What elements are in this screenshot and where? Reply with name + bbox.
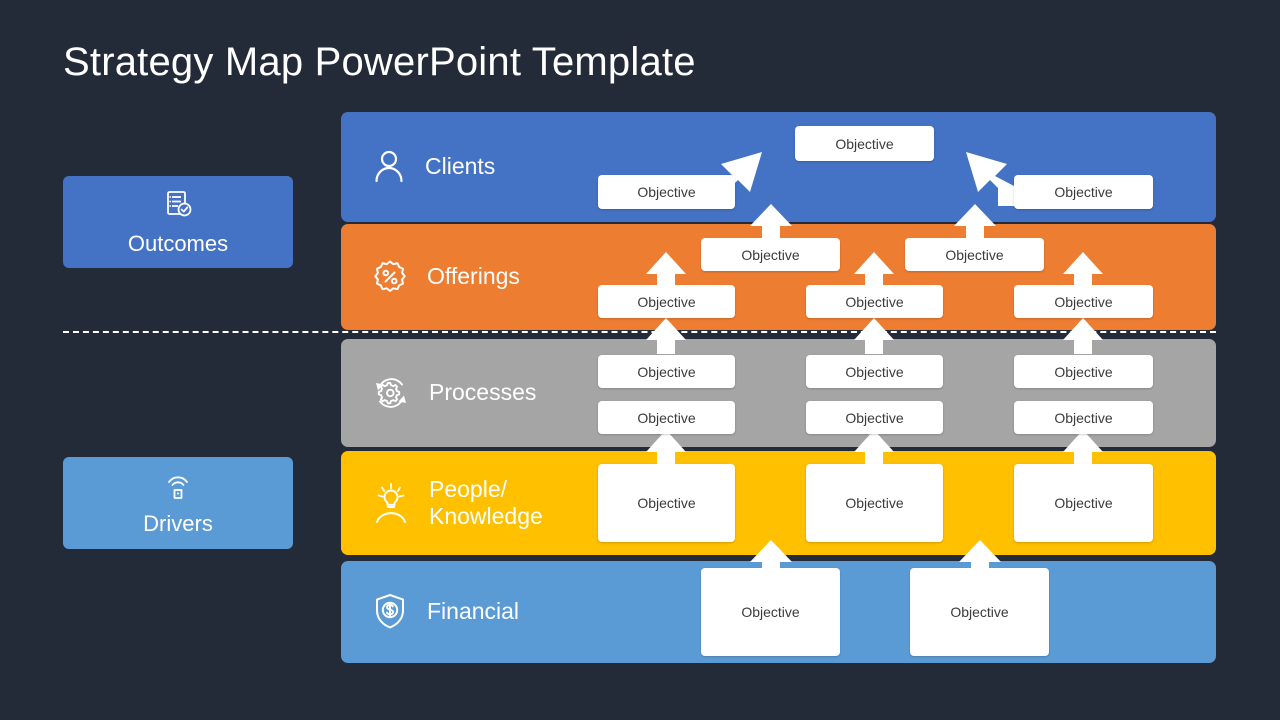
row-label: Financial xyxy=(427,598,520,625)
side-category-outcomes[interactable]: Outcomes xyxy=(63,176,293,268)
row-header: Clients xyxy=(371,112,495,222)
side-category-label: Outcomes xyxy=(127,231,229,256)
objective-card[interactable]: Objective xyxy=(806,401,943,434)
slide-canvas: Strategy Map PowerPoint Template Outcome… xyxy=(0,0,1280,720)
shield-dollar-icon xyxy=(371,591,409,633)
page-title: Strategy Map PowerPoint Template xyxy=(63,40,696,84)
row-header: Processes xyxy=(371,339,536,447)
row-label: Clients xyxy=(425,153,496,180)
gear-refresh-icon xyxy=(371,373,411,413)
signal-remote-icon xyxy=(161,469,195,503)
arrow-up xyxy=(646,430,686,466)
row-header: People/ Knowledge xyxy=(371,451,543,555)
side-category-drivers[interactable]: Drivers xyxy=(63,457,293,549)
objective-card[interactable]: Objective xyxy=(598,285,735,318)
objective-card[interactable]: Objective xyxy=(598,355,735,388)
objective-card[interactable]: Objective xyxy=(910,568,1049,656)
objective-card[interactable]: Objective xyxy=(1014,285,1153,318)
objective-card[interactable]: Objective xyxy=(1014,464,1153,542)
objective-card[interactable]: Objective xyxy=(701,238,840,271)
row-header: Financial xyxy=(371,561,519,663)
arrow-up xyxy=(1063,252,1103,288)
objective-card[interactable]: Objective xyxy=(1014,175,1153,209)
objective-card[interactable]: Objective xyxy=(806,285,943,318)
lightbulb-person-icon xyxy=(371,481,411,525)
objective-card[interactable]: Objective xyxy=(598,175,735,209)
arrow-up xyxy=(854,318,894,354)
row-label: Processes xyxy=(429,379,537,406)
objective-card[interactable]: Objective xyxy=(905,238,1044,271)
objective-card[interactable]: Objective xyxy=(1014,355,1153,388)
row-label: People/ Knowledge xyxy=(429,475,543,529)
objective-card[interactable]: Objective xyxy=(806,464,943,542)
arrow-up xyxy=(1063,430,1103,466)
objective-card[interactable]: Objective xyxy=(806,355,943,388)
objective-card[interactable]: Objective xyxy=(1014,401,1153,434)
arrow-up xyxy=(954,204,996,240)
objective-card[interactable]: Objective xyxy=(598,464,735,542)
arrow-up xyxy=(854,430,894,466)
side-category-label: Drivers xyxy=(143,511,213,536)
arrow-up xyxy=(854,252,894,288)
row-header: Offerings xyxy=(371,224,520,330)
arrow-up xyxy=(750,204,792,240)
objective-card[interactable]: Objective xyxy=(795,126,934,161)
arrow-up xyxy=(1063,318,1103,354)
percent-badge-icon xyxy=(371,258,409,296)
arrow-up xyxy=(646,252,686,288)
row-label: Offerings xyxy=(427,263,520,290)
objective-card[interactable]: Objective xyxy=(598,401,735,434)
clipboard-check-icon xyxy=(160,187,196,223)
person-icon xyxy=(371,147,407,187)
objective-card[interactable]: Objective xyxy=(701,568,840,656)
outcomes-drivers-divider xyxy=(63,331,1216,333)
arrow-up xyxy=(646,318,686,354)
